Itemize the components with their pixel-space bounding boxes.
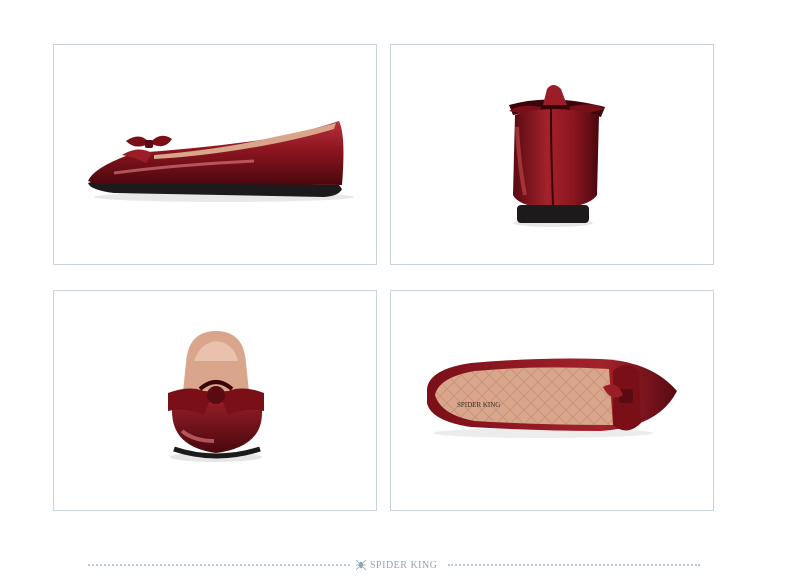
dotted-divider-left <box>88 564 350 566</box>
shoe-back-view-image <box>509 85 605 227</box>
brand-footer: SPIDER KING <box>88 555 700 575</box>
spider-icon <box>356 559 366 571</box>
product-photo-front-view <box>53 290 377 511</box>
dotted-divider-right <box>448 564 700 566</box>
brand-logo: SPIDER KING <box>356 557 437 573</box>
shoe-front-view-image <box>168 331 264 462</box>
product-photo-top-view: SPIDER KING <box>390 290 714 511</box>
brand-name: SPIDER KING <box>370 559 438 571</box>
insole-brand-logo: SPIDER KING <box>457 401 500 409</box>
product-photo-back-view <box>390 44 714 265</box>
shoe-top-view-image: SPIDER KING <box>427 358 677 438</box>
product-photo-side-view <box>53 44 377 265</box>
shoe-side-view-image <box>88 121 354 202</box>
